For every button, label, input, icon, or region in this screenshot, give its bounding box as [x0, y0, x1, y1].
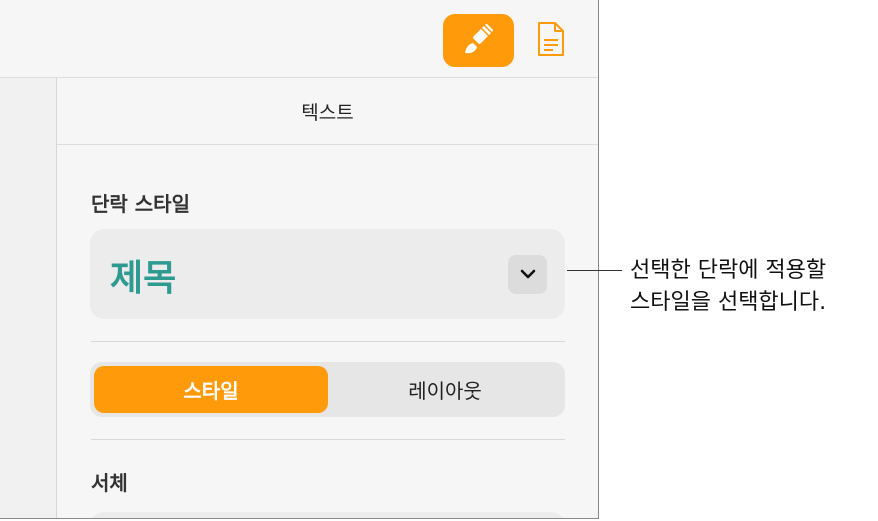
callout-annotation: 선택한 단락에 적용할 스타일을 선택합니다. [630, 255, 875, 319]
paintbrush-icon [459, 19, 499, 63]
format-button[interactable] [443, 14, 514, 67]
font-selector[interactable] [90, 512, 565, 518]
format-sidebar: 텍스트 단락 스타일 제목 스타일 레이아웃 서체 [57, 78, 598, 518]
document-canvas-edge [0, 78, 57, 518]
divider [91, 439, 565, 440]
paragraph-style-label: 단락 스타일 [91, 192, 190, 216]
document-icon [536, 20, 566, 62]
callout-line-1: 선택한 단락에 적용할 [630, 258, 827, 283]
style-dropdown-button[interactable] [508, 255, 547, 294]
chevron-down-icon [519, 265, 537, 284]
tab-text[interactable]: 텍스트 [57, 78, 598, 145]
app-window: 텍스트 단락 스타일 제목 스타일 레이아웃 서체 [0, 0, 599, 519]
font-label: 서체 [91, 471, 128, 495]
callout-leader-line [567, 270, 622, 271]
segment-layout[interactable]: 레이아웃 [330, 366, 560, 413]
panel-title: 텍스트 [301, 101, 354, 124]
paragraph-style-value: 제목 [110, 258, 177, 299]
style-layout-segmented-control: 스타일 레이아웃 [90, 362, 565, 417]
callout-line-2: 스타일을 선택합니다. [630, 290, 827, 315]
document-button[interactable] [532, 18, 570, 64]
paragraph-style-selector[interactable]: 제목 [90, 229, 565, 319]
segment-style[interactable]: 스타일 [94, 366, 328, 413]
divider [91, 341, 565, 342]
toolbar [0, 0, 598, 78]
